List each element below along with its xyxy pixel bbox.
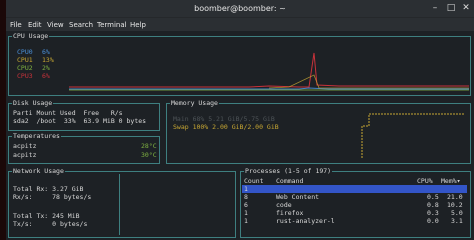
process-cpu: 0.5	[427, 193, 439, 201]
close-icon[interactable]: ✕	[461, 3, 471, 13]
process-command: Web Content	[276, 193, 320, 201]
cpu-usage-title: CPU Usage	[12, 32, 50, 40]
menu-search[interactable]: Search	[69, 21, 93, 29]
processes-header-mem[interactable]: Mem%▾	[441, 177, 461, 185]
cpu2-label: CPU2	[17, 64, 33, 72]
cpu0-label: CPU0	[17, 48, 33, 56]
temp-sensor-2-name: acpitz	[13, 151, 37, 159]
menu-bar: File Edit View Search Terminal Help	[6, 17, 474, 31]
memory-main-label: Main 68% 5.21 GiB/5.75 GiB	[173, 115, 275, 123]
terminal-window: boomber@boomber: ~ – □ ✕ File Edit View …	[6, 0, 474, 240]
menu-help[interactable]: Help	[130, 21, 146, 29]
disk-usage-row: sda2 /boot 33% 63.9 MiB 0 bytes	[13, 117, 147, 125]
memory-usage-title: Memory Usage	[170, 99, 219, 107]
process-row-selected[interactable]: 1	[242, 185, 467, 193]
cpu3-value: 6%	[42, 72, 50, 80]
temp-sensor-1-name: acpitz	[13, 142, 37, 150]
window-title: boomber@boomber: ~	[194, 4, 286, 13]
cpu-usage-graph	[69, 52, 469, 91]
cpu-usage-panel: CPU Usage CPU0 6% CPU1 13% CPU2 2% CPU3 …	[8, 32, 471, 96]
menu-edit[interactable]: Edit	[28, 21, 42, 29]
process-command: firefox	[276, 209, 304, 217]
disk-usage-title: Disk Usage	[12, 99, 54, 107]
menu-view[interactable]: View	[47, 21, 64, 29]
network-usage-panel: Network Usage Total Rx: 3.27 GiB Rx/s: 7…	[8, 167, 236, 238]
process-mem: 21.0	[447, 193, 463, 201]
maximize-icon[interactable]: □	[446, 3, 456, 13]
process-cpu: 0.3	[427, 209, 439, 217]
memory-usage-graph	[361, 113, 465, 158]
minimize-icon[interactable]: –	[430, 3, 440, 13]
menu-file[interactable]: File	[10, 21, 22, 29]
cpu1-label: CPU1	[17, 56, 33, 64]
processes-header-command[interactable]: Command	[276, 177, 303, 185]
process-mem: 10.2	[447, 201, 463, 209]
temp-sensor-2-value: 30°C	[141, 151, 157, 159]
processes-title: Processes (1-5 of 197)	[244, 167, 333, 175]
process-mem: 5.0	[451, 209, 463, 217]
disk-usage-header: Parti Mount Used Free R/s	[13, 109, 123, 117]
network-total-rx: Total Rx: 3.27 GiB	[13, 185, 84, 193]
process-mem: 3.1	[451, 217, 463, 225]
process-command: code	[276, 201, 292, 209]
cpu3-label: CPU3	[17, 72, 33, 80]
processes-header-count[interactable]: Count	[244, 177, 264, 185]
process-command: rust-analyzer-l	[276, 217, 335, 225]
temp-sensor-1-value: 28°C	[141, 142, 157, 150]
process-count: 1	[244, 185, 248, 193]
network-rx-rate: Rx/s: 78 bytes/s	[13, 193, 92, 201]
process-cpu: 0.0	[427, 217, 439, 225]
network-tx-rate: Tx/s: 0 bytes/s	[13, 220, 88, 228]
process-count: 6	[244, 201, 248, 209]
process-cpu: 0.8	[427, 201, 439, 209]
memory-swap-label: Swap 100% 2.00 GiB/2.00 GiB	[173, 123, 279, 131]
network-total-tx: Total Tx: 245 MiB	[13, 212, 80, 220]
cpu1-value: 13%	[42, 56, 54, 64]
temperatures-title: Temperatures	[12, 132, 61, 140]
title-bar: boomber@boomber: ~ – □ ✕	[6, 0, 474, 17]
process-count: 1	[244, 217, 248, 225]
network-usage-title: Network Usage	[12, 167, 65, 175]
processes-panel: Processes (1-5 of 197) Count Command CPU…	[240, 167, 471, 238]
process-count: 1	[244, 209, 248, 217]
temperatures-panel: Temperatures acpitz 28°C acpitz 30°C	[8, 132, 160, 164]
cpu2-value: 2%	[42, 64, 50, 72]
network-divider	[119, 174, 120, 235]
terminal-content[interactable]: CPU Usage CPU0 6% CPU1 13% CPU2 2% CPU3 …	[6, 31, 474, 240]
memory-usage-panel: Memory Usage Main 68% 5.21 GiB/5.75 GiB …	[166, 99, 471, 164]
processes-header-cpu[interactable]: CPU%	[417, 177, 433, 185]
menu-terminal[interactable]: Terminal	[97, 21, 127, 29]
process-count: 8	[244, 193, 248, 201]
disk-usage-panel: Disk Usage Parti Mount Used Free R/s sda…	[8, 99, 160, 131]
cpu0-value: 6%	[42, 48, 50, 56]
